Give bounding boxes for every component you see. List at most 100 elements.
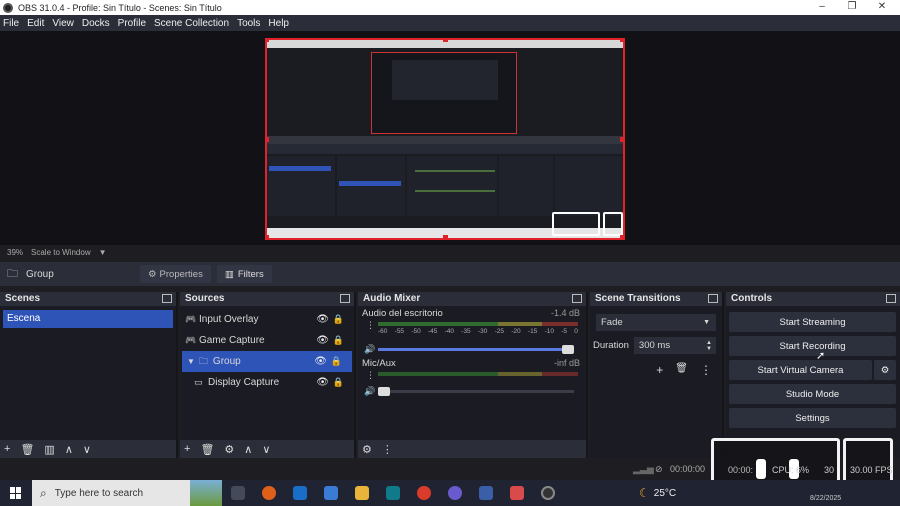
maximize-button[interactable]: ❐ bbox=[838, 0, 866, 15]
start-streaming-button[interactable]: Start Streaming bbox=[729, 312, 896, 332]
source-row[interactable]: 🎮 Input Overlay 👁 🔒 bbox=[180, 309, 354, 330]
lock-icon[interactable]: 🔒 bbox=[331, 356, 342, 367]
firefox-icon[interactable] bbox=[262, 486, 276, 500]
nested-scene-highlight bbox=[269, 166, 331, 171]
volume-slider[interactable] bbox=[378, 345, 575, 354]
resize-handle[interactable] bbox=[620, 137, 623, 142]
resize-handle[interactable] bbox=[443, 235, 448, 238]
obs-logo-icon bbox=[3, 2, 13, 13]
trash-icon[interactable]: 🗑 bbox=[200, 443, 214, 456]
context-bar: 🗀 Group ⚙ Properties ▥ Filters bbox=[0, 262, 900, 286]
menu-view[interactable]: View bbox=[52, 18, 74, 29]
close-button[interactable]: ✕ bbox=[868, 0, 896, 15]
store-icon[interactable] bbox=[324, 486, 338, 500]
minimize-button[interactable]: – bbox=[808, 0, 836, 15]
gear-icon[interactable]: ⚙ bbox=[224, 443, 234, 456]
menu-scene-collection[interactable]: Scene Collection bbox=[154, 18, 229, 29]
start-recording-button[interactable]: Start Recording bbox=[729, 336, 896, 356]
eye-icon[interactable]: 👁 bbox=[316, 377, 329, 388]
resize-handle[interactable] bbox=[620, 40, 623, 42]
lock-icon[interactable]: 🔒 bbox=[333, 335, 344, 346]
duration-input[interactable]: 300 ms ▲ ▼ bbox=[633, 337, 716, 354]
obs-taskbar-icon[interactable] bbox=[541, 486, 555, 500]
add-icon[interactable]: + bbox=[656, 363, 663, 377]
zoom-dropdown-icon[interactable]: ▼ bbox=[99, 248, 107, 257]
kebab-menu-icon[interactable]: ⋮ bbox=[366, 320, 375, 331]
volume-knob[interactable] bbox=[562, 345, 575, 354]
windows-start-icon[interactable] bbox=[10, 487, 22, 499]
task-view-icon[interactable] bbox=[231, 486, 245, 500]
menu-profile[interactable]: Profile bbox=[118, 18, 146, 29]
resize-handle[interactable] bbox=[267, 137, 269, 142]
spin-arrows-icon[interactable]: ▲ ▼ bbox=[706, 340, 712, 352]
app-icon[interactable] bbox=[386, 486, 400, 500]
menu-help[interactable]: Help bbox=[268, 18, 289, 29]
source-row-selected[interactable]: ▼ 🗀 Group 👁 🔒 bbox=[182, 351, 352, 372]
kebab-menu-icon[interactable]: ⋮ bbox=[700, 363, 712, 377]
chevron-down-icon[interactable]: ∨ bbox=[83, 443, 91, 456]
trash-icon[interactable]: 🗑 bbox=[675, 363, 688, 377]
kebab-menu-icon[interactable]: ⋮ bbox=[366, 370, 375, 381]
source-row[interactable]: ▭ Display Capture 👁 🔒 bbox=[180, 372, 354, 393]
menu-edit[interactable]: Edit bbox=[27, 18, 44, 29]
menu-docks[interactable]: Docks bbox=[82, 18, 110, 29]
chevron-up-icon[interactable]: ∧ bbox=[244, 443, 252, 456]
properties-button[interactable]: ⚙ Properties bbox=[140, 265, 211, 283]
controls-body: Start Streaming Start Recording Start Vi… bbox=[726, 306, 900, 458]
app-red-icon[interactable] bbox=[510, 486, 524, 500]
volume-knob[interactable] bbox=[377, 387, 390, 396]
mixer-settings-icon[interactable]: ⚙ bbox=[362, 443, 372, 456]
expand-caret-icon[interactable]: ▼ bbox=[187, 357, 195, 366]
menu-tools[interactable]: Tools bbox=[237, 18, 260, 29]
nested-mixer bbox=[407, 156, 497, 216]
chrome-icon[interactable] bbox=[417, 486, 431, 500]
studio-mode-button[interactable]: Studio Mode bbox=[729, 384, 896, 404]
filters-button[interactable]: ▥ Filters bbox=[216, 265, 272, 283]
file-explorer-icon[interactable] bbox=[355, 486, 369, 500]
outlook-icon[interactable] bbox=[293, 486, 307, 500]
undock-icon[interactable] bbox=[886, 294, 896, 303]
kebab-menu-icon[interactable]: ⋮ bbox=[382, 443, 393, 456]
menu-file[interactable]: File bbox=[3, 18, 19, 29]
resize-handle[interactable] bbox=[620, 235, 623, 238]
lock-icon[interactable]: 🔒 bbox=[333, 377, 344, 388]
speaker-icon[interactable]: 🔊 bbox=[364, 344, 375, 355]
eye-icon[interactable]: 👁 bbox=[314, 356, 327, 367]
filter-icon[interactable]: ▥ bbox=[44, 443, 54, 456]
scene-item[interactable]: Escena bbox=[3, 310, 173, 328]
resize-handle[interactable] bbox=[267, 235, 269, 238]
virtual-camera-settings-button[interactable]: ⚙ bbox=[874, 360, 896, 380]
browser-icon[interactable] bbox=[448, 486, 462, 500]
volume-slider[interactable] bbox=[377, 387, 574, 396]
add-icon[interactable]: + bbox=[4, 443, 10, 455]
lock-icon[interactable]: 🔒 bbox=[333, 314, 344, 325]
zoom-mode-select[interactable]: Scale to Window bbox=[31, 248, 91, 257]
undock-icon[interactable] bbox=[162, 294, 172, 303]
undock-icon[interactable] bbox=[572, 294, 582, 303]
eye-icon[interactable]: 👁 bbox=[316, 335, 329, 346]
resize-handle[interactable] bbox=[267, 40, 269, 42]
scenes-dock: Scenes Escena + 🗑 ▥ ∧ ∨ bbox=[0, 292, 178, 458]
start-virtual-camera-button[interactable]: Start Virtual Camera bbox=[729, 360, 872, 380]
source-row[interactable]: 🎮 Game Capture 👁 🔒 bbox=[180, 330, 354, 351]
taskbar-search[interactable]: ⌕ Type here to search bbox=[32, 480, 222, 506]
settings-button[interactable]: Settings bbox=[729, 408, 896, 428]
weather-icon: ☾ bbox=[639, 486, 650, 500]
add-icon[interactable]: + bbox=[184, 443, 190, 455]
chevron-down-icon: ▼ bbox=[703, 319, 710, 326]
eye-icon[interactable]: 👁 bbox=[316, 314, 329, 325]
trash-icon[interactable]: 🗑 bbox=[20, 443, 34, 456]
sources-header: Sources bbox=[180, 292, 354, 306]
monitor-icon: ▭ bbox=[194, 377, 203, 387]
undock-icon[interactable] bbox=[708, 294, 718, 303]
preview-canvas[interactable] bbox=[265, 38, 625, 240]
speaker-icon[interactable]: 🔊 bbox=[364, 386, 375, 397]
chevron-down-icon[interactable]: ∨ bbox=[262, 443, 270, 456]
editor-icon[interactable] bbox=[479, 486, 493, 500]
undock-icon[interactable] bbox=[340, 294, 350, 303]
resize-handle[interactable] bbox=[443, 40, 448, 42]
properties-label: Properties bbox=[159, 268, 203, 280]
meter-ticks: -60 -55 -50 -45 -40 -35 -30 -25 -20 -15 … bbox=[378, 328, 578, 335]
chevron-up-icon[interactable]: ∧ bbox=[65, 443, 73, 456]
transition-select[interactable]: Fade ▼ bbox=[596, 314, 716, 331]
